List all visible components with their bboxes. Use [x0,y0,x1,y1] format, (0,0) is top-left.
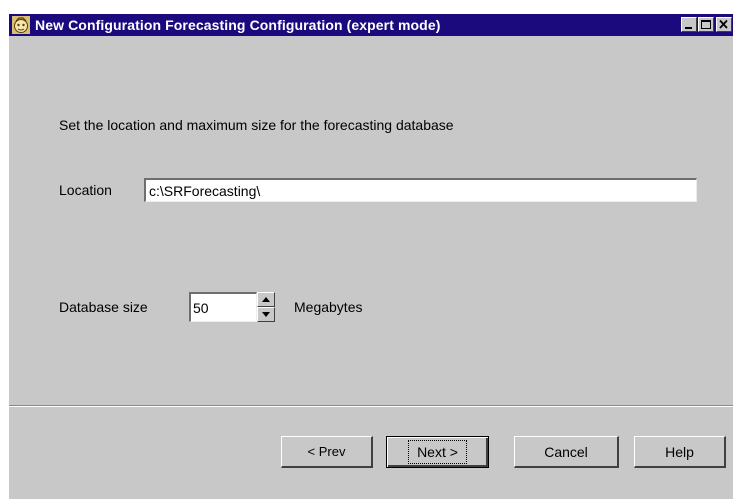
database-size-input[interactable] [189,292,257,322]
configuration-app-icon[interactable] [12,16,30,34]
title-bar[interactable]: New Configuration Forecasting Configurat… [9,14,733,36]
help-button[interactable]: Help [634,436,726,468]
button-separator [9,405,733,407]
arrow-down-icon [262,312,270,317]
arrow-up-icon [262,297,270,302]
close-icon [719,19,728,29]
database-size-label: Database size [59,299,148,315]
minimize-button[interactable] [681,17,697,32]
next-button-label: Next > [408,440,467,464]
window-title: New Configuration Forecasting Configurat… [35,17,441,33]
instruction-text: Set the location and maximum size for th… [59,117,454,133]
cancel-button[interactable]: Cancel [514,436,619,468]
minimize-icon [685,27,692,29]
maximize-button[interactable] [698,17,714,32]
maximize-icon [701,20,711,29]
spin-up-button[interactable] [257,292,275,307]
prev-button[interactable]: < Prev [281,436,373,468]
location-input[interactable] [144,178,697,202]
size-unit-label: Megabytes [294,299,363,315]
close-button[interactable] [716,17,732,32]
dialog-window: New Configuration Forecasting Configurat… [7,12,733,499]
location-label: Location [59,182,112,198]
spin-down-button[interactable] [257,307,275,322]
next-button[interactable]: Next > [386,436,489,468]
database-size-spinner[interactable] [257,292,275,322]
